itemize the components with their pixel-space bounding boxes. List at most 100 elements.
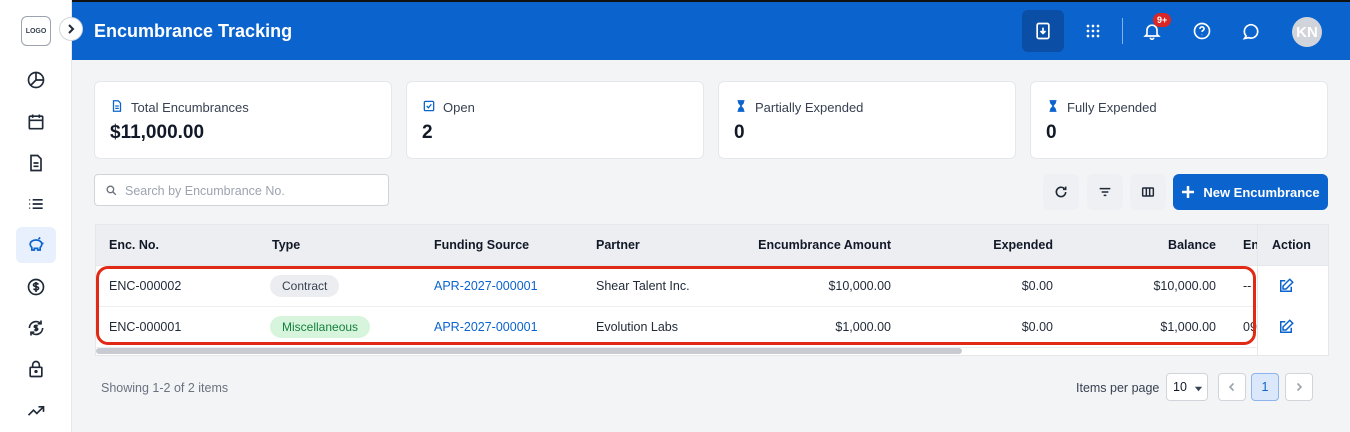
columns-button[interactable]	[1130, 174, 1166, 210]
encumbrance-table: Enc. No. Type Funding Source Partner Enc…	[95, 224, 1329, 356]
search-box	[94, 174, 389, 206]
amount-cell: $1,000.00	[835, 320, 891, 334]
stat-value: $11,000.00	[110, 122, 205, 143]
sidebar-item-list[interactable]	[16, 186, 56, 222]
column-header[interactable]: Enc. No.	[109, 238, 159, 252]
download-button[interactable]	[1022, 10, 1064, 52]
trend-icon	[27, 406, 45, 416]
help-button[interactable]	[1181, 10, 1223, 52]
type-badge: Contract	[270, 275, 340, 297]
help-icon	[1193, 22, 1211, 40]
plus-icon	[1182, 186, 1195, 198]
funding-source-link[interactable]: APR-2027-000001	[434, 279, 538, 293]
top-bar: Encumbrance Tracking 9+ KN	[72, 0, 1350, 60]
funding-source-link[interactable]: APR-2027-000001	[434, 320, 538, 334]
sidebar-item-dashboard[interactable]	[16, 62, 56, 98]
apps-button[interactable]	[1072, 10, 1114, 52]
column-header: Action	[1272, 238, 1311, 252]
table-header: Enc. No. Type Funding Source Partner Enc…	[96, 225, 1328, 266]
filter-icon	[1099, 187, 1111, 197]
stat-card-partially-expended: Partially Expended 0	[718, 81, 1016, 159]
chevron-right-icon	[68, 24, 75, 34]
action-column: Action	[1257, 225, 1328, 355]
column-header[interactable]: Balance	[1086, 238, 1216, 252]
extra-cell: 09	[1243, 320, 1257, 334]
checkbox-icon	[423, 100, 435, 112]
sidebar-item-calendar[interactable]	[16, 104, 56, 140]
new-encumbrance-button[interactable]: New Encumbrance	[1173, 174, 1328, 210]
sidebar-item-documents[interactable]	[16, 145, 56, 181]
horizontal-scrollbar[interactable]	[96, 348, 962, 354]
amount-cell: $10,000.00	[828, 279, 891, 293]
sidebar: LOGO	[0, 0, 72, 432]
edit-icon[interactable]	[1277, 318, 1295, 336]
expended-cell: $0.00	[1021, 320, 1053, 334]
stat-value: 0	[734, 122, 745, 143]
file-download-icon	[1036, 22, 1050, 40]
table-row[interactable]: ENC-000002 Contract APR-2027-000001 Shea…	[96, 266, 1328, 307]
notifications-button[interactable]: 9+	[1131, 10, 1173, 52]
table-row[interactable]: ENC-000001 Miscellaneous APR-2027-000001…	[96, 307, 1328, 348]
column-header[interactable]: Partner	[596, 238, 640, 252]
chat-icon	[1242, 23, 1259, 40]
column-header[interactable]: Encumbrance Amount	[726, 238, 891, 252]
balance-cell: $10,000.00	[1153, 279, 1216, 293]
document-icon	[112, 100, 122, 112]
sidebar-item-funding[interactable]	[16, 269, 56, 305]
hourglass-icon	[1049, 100, 1057, 112]
stat-card-open: Open 2	[406, 81, 704, 159]
action-header: Action	[1258, 225, 1328, 266]
dollar-refresh-icon	[28, 320, 44, 336]
sidebar-item-security[interactable]	[16, 351, 56, 387]
partner-cell: Evolution Labs	[596, 320, 679, 334]
sidebar-collapse-button[interactable]	[59, 17, 83, 41]
items-per-page-select[interactable]: 10	[1166, 373, 1208, 401]
extra-cell: --	[1243, 279, 1252, 293]
columns-icon	[1141, 187, 1155, 197]
chat-button[interactable]	[1231, 10, 1273, 52]
stat-label: Open	[443, 100, 475, 115]
page-button-current[interactable]: 1	[1251, 373, 1279, 401]
logo: LOGO	[21, 16, 51, 46]
chevron-right-icon	[1296, 382, 1303, 392]
lock-icon	[29, 360, 43, 378]
pie-chart-icon	[27, 71, 45, 89]
chevron-left-icon	[1228, 382, 1235, 392]
sidebar-item-encumbrance[interactable]	[16, 227, 56, 263]
next-page-button[interactable]	[1285, 373, 1313, 401]
filter-button[interactable]	[1087, 174, 1123, 210]
expended-cell: $0.00	[1021, 279, 1053, 293]
items-per-page-value: 10	[1173, 380, 1187, 394]
sidebar-item-reports[interactable]	[16, 393, 56, 429]
notification-badge: 9+	[1153, 13, 1172, 27]
stat-value: 0	[1046, 122, 1057, 143]
avatar[interactable]: KN	[1292, 17, 1322, 47]
piggy-bank-icon	[29, 236, 44, 251]
enc-no-cell: ENC-000001	[109, 320, 182, 334]
column-header[interactable]: Funding Source	[434, 238, 529, 252]
balance-cell: $1,000.00	[1160, 320, 1216, 334]
column-header[interactable]: Expended	[916, 238, 1053, 252]
stat-card-fully-expended: Fully Expended 0	[1030, 81, 1328, 159]
refresh-button[interactable]	[1043, 174, 1079, 210]
sidebar-item-payments[interactable]	[16, 310, 56, 346]
grid-dots-icon	[1086, 24, 1100, 38]
items-per-page-label: Items per page	[1076, 381, 1160, 395]
new-encumbrance-label: New Encumbrance	[1203, 184, 1320, 200]
search-icon	[106, 185, 117, 196]
enc-no-cell: ENC-000002	[109, 279, 182, 293]
header-divider	[1122, 18, 1123, 44]
search-input[interactable]	[125, 181, 380, 201]
stat-label: Fully Expended	[1067, 100, 1157, 115]
edit-icon[interactable]	[1277, 277, 1295, 295]
dollar-circle-icon	[27, 278, 45, 296]
column-header[interactable]: Type	[272, 238, 300, 252]
document-icon	[30, 154, 42, 172]
stat-value: 2	[422, 122, 433, 143]
caret-down-icon	[1194, 386, 1203, 392]
prev-page-button[interactable]	[1218, 373, 1246, 401]
type-badge: Miscellaneous	[270, 316, 371, 338]
refresh-icon	[1055, 186, 1067, 198]
partner-cell: Shear Talent Inc.	[596, 279, 690, 293]
showing-count: Showing 1-2 of 2 items	[101, 381, 229, 395]
